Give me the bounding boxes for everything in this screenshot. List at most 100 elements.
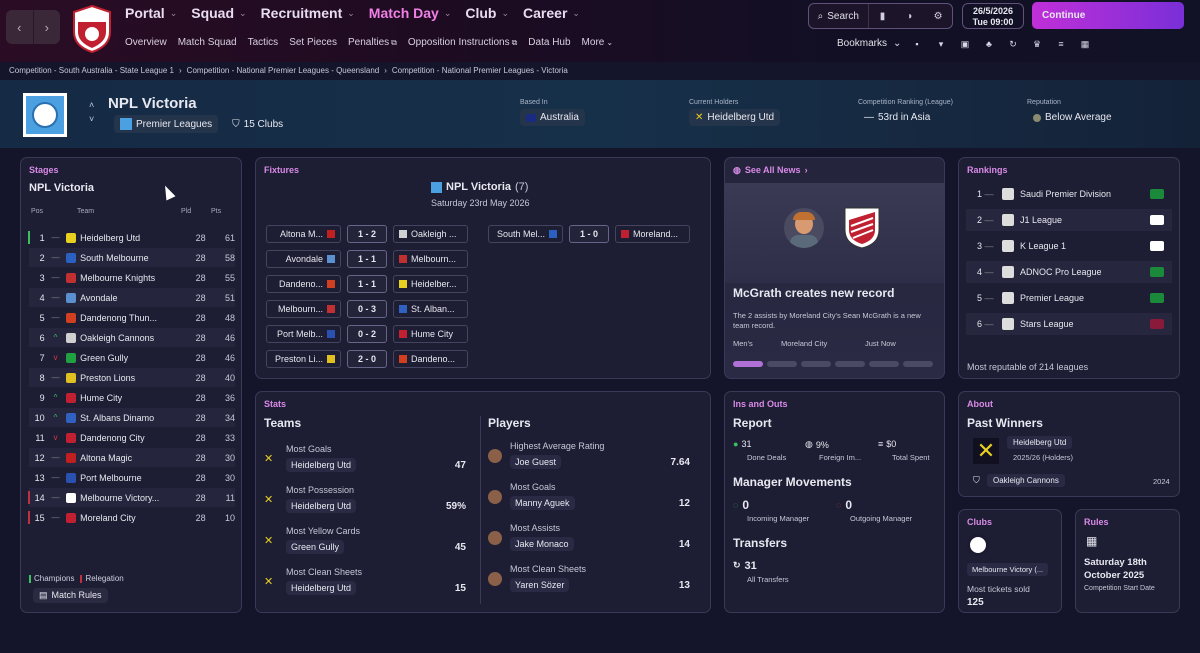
chevron-up-icon[interactable]: ˄ bbox=[89, 98, 94, 112]
game-date[interactable]: 26/5/2026 Tue 09:00 bbox=[962, 3, 1024, 29]
team-icon[interactable]: ♣ bbox=[982, 37, 996, 51]
table-row[interactable]: 12 — Altona Magic 28 30 bbox=[29, 448, 235, 467]
subnav-item-opposition-instructions[interactable]: Opposition Instructions ⧉ bbox=[408, 37, 517, 48]
ranking-row[interactable]: 5— Premier League bbox=[966, 287, 1172, 309]
ranking-row[interactable]: 6— Stars League bbox=[966, 313, 1172, 335]
pager-dot[interactable] bbox=[903, 361, 933, 367]
stat-team[interactable]: Heidelberg Utd bbox=[286, 581, 357, 595]
home-team[interactable]: Dandeno... bbox=[266, 275, 341, 293]
subnav-item-penalties[interactable]: Penalties ⧉ bbox=[348, 37, 397, 48]
helmet-icon[interactable]: ◗ bbox=[896, 4, 924, 28]
away-team[interactable]: Dandeno... bbox=[393, 350, 468, 368]
home-team[interactable]: Avondale bbox=[266, 250, 341, 268]
fixture-score[interactable]: 0 - 2 bbox=[347, 325, 387, 343]
subnav-item-tactics[interactable]: Tactics bbox=[248, 37, 279, 48]
chevron-down-icon[interactable]: ˅ bbox=[89, 112, 94, 126]
previous-winner-pill[interactable]: Oakleigh Cannons bbox=[987, 474, 1065, 487]
ranking-row[interactable]: 2— J1 League bbox=[966, 209, 1172, 231]
home-team[interactable]: Melbourn... bbox=[266, 300, 341, 318]
pager-dot[interactable] bbox=[767, 361, 797, 367]
away-team[interactable]: Melbourn... bbox=[393, 250, 468, 268]
match-rules-button[interactable]: ▤ Match Rules bbox=[33, 588, 108, 603]
home-team[interactable]: Altona M... bbox=[266, 225, 341, 243]
table-row[interactable]: 3 — Melbourne Knights 28 55 bbox=[29, 268, 235, 287]
table-row[interactable]: 1 — Heidelberg Utd 28 61 bbox=[28, 228, 235, 247]
table-row[interactable]: 6 ^ Oakleigh Cannons 28 46 bbox=[29, 328, 235, 347]
table-row[interactable]: 9 ^ Hume City 28 36 bbox=[29, 388, 235, 407]
nav-item-career[interactable]: Career ⌄ bbox=[523, 5, 580, 21]
fixture-score[interactable]: 1 - 1 bbox=[347, 275, 387, 293]
bookmark-icon[interactable]: ▮ bbox=[869, 4, 897, 28]
table-row[interactable]: 8 — Preston Lions 28 40 bbox=[29, 368, 235, 387]
table-row[interactable]: 13 — Port Melbourne 28 30 bbox=[29, 468, 235, 487]
coins-icon[interactable]: ≡ bbox=[1054, 37, 1068, 51]
calendar-icon[interactable]: ▦ bbox=[1078, 37, 1092, 51]
away-team[interactable]: Heidelber... bbox=[393, 275, 468, 293]
away-team[interactable]: St. Alban... bbox=[393, 300, 468, 318]
table-row[interactable]: 14 — Melbourne Victory... 28 11 bbox=[28, 488, 235, 507]
fixture-score[interactable]: 2 - 0 bbox=[347, 350, 387, 368]
gear-icon[interactable]: ⚙ bbox=[924, 4, 952, 28]
away-team[interactable]: Hume City bbox=[393, 325, 468, 343]
club-crest-icon[interactable] bbox=[70, 4, 114, 54]
bookmarks-dropdown[interactable]: Bookmarks ⌄ bbox=[837, 38, 901, 49]
fixture-row[interactable]: Melbourn... 0 - 3 St. Alban... bbox=[266, 300, 468, 318]
table-row[interactable]: 5 — Dandenong Thun... 28 48 bbox=[29, 308, 235, 327]
stat-team[interactable]: Heidelberg Utd bbox=[286, 499, 357, 513]
forward-icon[interactable]: › bbox=[34, 10, 61, 44]
fixture-row[interactable]: South Mel... 1 - 0 Moreland... bbox=[488, 225, 690, 243]
stat-team[interactable]: Heidelberg Utd bbox=[286, 458, 357, 472]
stat-player[interactable]: Yaren Sözer bbox=[510, 578, 570, 592]
news-headline[interactable]: McGrath creates new record bbox=[733, 286, 938, 300]
club-pill[interactable]: Melbourne Victory (... bbox=[967, 563, 1049, 576]
based-in-pill[interactable]: Australia bbox=[520, 109, 585, 126]
league-type-pill[interactable]: Premier Leagues bbox=[114, 115, 219, 133]
ranking-row[interactable]: 4— ADNOC Pro League bbox=[966, 261, 1172, 283]
subnav-item-match-squad[interactable]: Match Squad bbox=[178, 37, 237, 48]
pager-dot[interactable] bbox=[801, 361, 831, 367]
search-button[interactable]: ⌕ Search bbox=[809, 4, 869, 28]
away-team[interactable]: Moreland... bbox=[615, 225, 690, 243]
pager-dot[interactable] bbox=[869, 361, 899, 367]
continue-button[interactable]: Continue bbox=[1032, 2, 1184, 29]
pager-dot[interactable] bbox=[835, 361, 865, 367]
stat-player[interactable]: Joe Guest bbox=[510, 455, 562, 469]
fixture-row[interactable]: Preston Li... 2 - 0 Dandeno... bbox=[266, 350, 468, 368]
home-team[interactable]: South Mel... bbox=[488, 225, 563, 243]
table-row[interactable]: 7 v Green Gully 28 46 bbox=[29, 348, 235, 367]
ranking-row[interactable]: 3— K League 1 bbox=[966, 235, 1172, 257]
fixture-row[interactable]: Avondale 1 - 1 Melbourn... bbox=[266, 250, 468, 268]
fixture-row[interactable]: Dandeno... 1 - 1 Heidelber... bbox=[266, 275, 468, 293]
table-row[interactable]: 4 — Avondale 28 51 bbox=[29, 288, 235, 307]
nav-item-recruitment[interactable]: Recruitment ⌄ bbox=[261, 5, 355, 21]
fixture-score[interactable]: 0 - 3 bbox=[347, 300, 387, 318]
breadcrumb-item[interactable]: Competition - National Premier Leagues -… bbox=[392, 66, 568, 75]
fixtures-comp[interactable]: NPL Victoria (7) bbox=[431, 181, 528, 193]
back-icon[interactable]: ‹ bbox=[6, 10, 34, 44]
see-all-news-link[interactable]: ◍ See All News › bbox=[733, 165, 808, 176]
home-team[interactable]: Preston Li... bbox=[266, 350, 341, 368]
holders-pill[interactable]: ✕ Heidelberg Utd bbox=[689, 109, 781, 126]
home-team[interactable]: Port Melb... bbox=[266, 325, 341, 343]
table-row[interactable]: 11 v Dandenong City 28 33 bbox=[29, 428, 235, 447]
subnav-item-overview[interactable]: Overview bbox=[125, 37, 167, 48]
fixture-row[interactable]: Altona M... 1 - 2 Oakleigh ... bbox=[266, 225, 468, 243]
stat-player[interactable]: Manny Aguek bbox=[510, 496, 575, 510]
fixture-score[interactable]: 1 - 0 bbox=[569, 225, 609, 243]
refresh-icon[interactable]: ↻ bbox=[1006, 37, 1020, 51]
trophy-icon[interactable]: ♛ bbox=[1030, 37, 1044, 51]
nav-item-club[interactable]: Club ⌄ bbox=[465, 5, 509, 21]
fixture-row[interactable]: Port Melb... 0 - 2 Hume City bbox=[266, 325, 468, 343]
table-row[interactable]: 2 — South Melbourne 28 58 bbox=[29, 248, 235, 267]
stat-team[interactable]: Green Gully bbox=[286, 540, 345, 554]
winner-pill[interactable]: Heidelberg Utd bbox=[1007, 436, 1073, 449]
stat-player[interactable]: Jake Monaco bbox=[510, 537, 574, 551]
subnav-item-set-pieces[interactable]: Set Pieces bbox=[289, 37, 337, 48]
subnav-item-more[interactable]: More ⌄ bbox=[582, 37, 614, 48]
breadcrumb-item[interactable]: Competition - National Premier Leagues -… bbox=[187, 66, 380, 75]
table-row[interactable]: 10 ^ St. Albans Dinamo 28 34 bbox=[29, 408, 235, 427]
all-transfers[interactable]: ↻ 31 bbox=[733, 560, 757, 572]
subnav-item-data-hub[interactable]: Data Hub bbox=[528, 37, 570, 48]
nav-item-portal[interactable]: Portal ⌄ bbox=[125, 5, 177, 21]
ranking-row[interactable]: 1— Saudi Premier Division bbox=[966, 183, 1172, 205]
